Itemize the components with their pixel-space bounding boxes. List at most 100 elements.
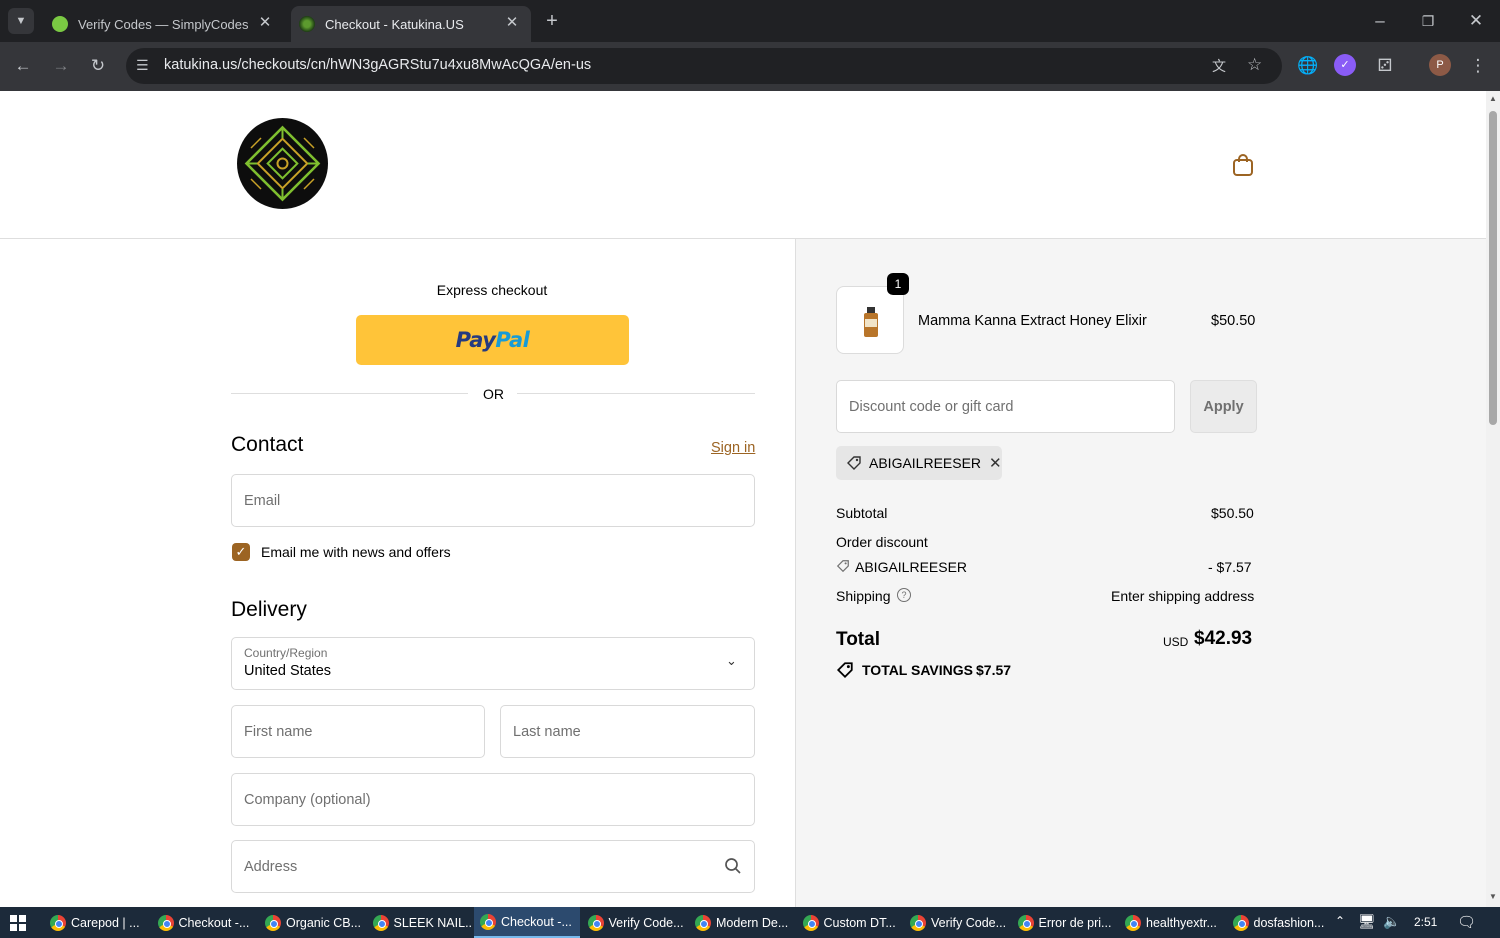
katukina-favicon-icon — [299, 16, 315, 32]
chrome-icon — [1125, 914, 1141, 931]
chrome-icon — [1232, 914, 1249, 931]
chrome-icon — [802, 914, 819, 931]
total-currency: USD — [1163, 635, 1189, 649]
forward-arrow-icon[interactable]: → — [48, 53, 74, 79]
or-divider-left — [231, 393, 468, 394]
taskbar-item-label: Verify Code... — [608, 915, 684, 930]
company-field[interactable]: Company (optional) — [231, 773, 755, 826]
taskbar-item[interactable]: Verify Code... — [582, 907, 688, 938]
company-placeholder: Company (optional) — [244, 791, 371, 808]
taskbar-item[interactable]: Checkout -... — [152, 907, 258, 938]
cart-bag-icon[interactable] — [1232, 153, 1254, 182]
sign-in-link[interactable]: Sign in — [711, 440, 755, 456]
address-field[interactable]: Address — [231, 840, 755, 893]
discount-code-input[interactable]: Discount code or gift card — [836, 380, 1175, 433]
product-name: Mamma Kanna Extract Honey Elixir — [918, 313, 1147, 329]
reload-icon[interactable]: ↻ — [85, 53, 111, 79]
translate-icon[interactable]: 文 — [1212, 56, 1226, 76]
simplycodes-favicon-icon — [52, 16, 68, 32]
applied-code-text: ABIGAILREESER — [869, 455, 982, 471]
shipping-value: Enter shipping address — [1111, 588, 1255, 604]
bookmark-star-icon[interactable]: ☆ — [1247, 55, 1262, 75]
tray-chevron-icon[interactable]: ⌃ — [1335, 914, 1345, 928]
newsletter-label[interactable]: Email me with news and offers — [261, 544, 451, 560]
globe-extension-icon[interactable]: 🌐 — [1295, 53, 1321, 79]
remove-code-icon[interactable]: ✕ — [989, 454, 1002, 472]
network-icon[interactable]: 🖥 — [1358, 913, 1376, 930]
first-name-field[interactable]: First name — [231, 705, 485, 758]
volume-muted-icon[interactable]: 🔈 — [1383, 913, 1400, 930]
order-discount-label: Order discount — [836, 534, 928, 550]
subtotal-label: Subtotal — [836, 505, 888, 521]
taskbar-item[interactable]: Organic CB... — [259, 907, 365, 938]
scroll-down-icon[interactable]: ▼ — [1489, 892, 1497, 901]
browser-menu-icon[interactable]: ⋮ — [1465, 53, 1491, 79]
apply-button[interactable]: Apply — [1190, 380, 1257, 433]
search-icon — [724, 857, 742, 879]
windows-start-icon[interactable] — [10, 915, 26, 931]
back-arrow-icon[interactable]: ← — [10, 53, 36, 79]
delivery-heading: Delivery — [231, 598, 307, 621]
address-bar[interactable]: ☰ katukina.us/checkouts/cn/hWN3gAGRStu7u… — [126, 48, 1282, 84]
country-select[interactable]: Country/Region United States ⌄ — [231, 637, 755, 690]
first-name-placeholder: First name — [244, 723, 313, 740]
taskbar-item[interactable]: Error de pri... — [1012, 907, 1118, 938]
chrome-icon — [372, 914, 389, 931]
tab-search-icon[interactable]: ▼ — [8, 8, 34, 34]
newsletter-checkbox[interactable]: ✓ — [232, 543, 250, 561]
chrome-icon — [265, 914, 281, 931]
taskbar-item[interactable]: Custom DT... — [797, 907, 903, 938]
discount-value: - $7.57 — [1208, 559, 1252, 575]
taskbar-item-label: healthyextr... — [1146, 915, 1217, 930]
chrome-icon — [480, 913, 496, 930]
help-circle-icon[interactable]: ? — [897, 588, 911, 602]
close-tab-icon[interactable]: ✕ — [503, 14, 521, 32]
taskbar-item-label: Organic CB... — [286, 915, 362, 930]
simplycodes-extension-icon[interactable]: ✓ — [1334, 54, 1356, 76]
discount-code-label: ABIGAILREESER — [855, 559, 968, 575]
chrome-icon — [910, 914, 926, 931]
new-tab-button[interactable]: + — [539, 8, 565, 34]
taskbar-item[interactable]: healthyextr... — [1119, 907, 1225, 938]
taskbar-item[interactable]: SLEEK NAIL... — [367, 907, 472, 938]
minimize-button[interactable]: – — [1367, 8, 1393, 34]
chrome-icon — [50, 914, 66, 931]
tab-title: Verify Codes — SimplyCodes — [78, 16, 249, 32]
taskbar-item-label: Checkout -... — [178, 915, 250, 930]
scrollbar-thumb[interactable] — [1489, 111, 1497, 425]
taskbar-item[interactable]: Carepod | ... — [44, 907, 150, 938]
paypal-button[interactable]: PayPal — [356, 315, 629, 365]
taskbar-item[interactable]: dosfashion... — [1227, 907, 1333, 938]
shipping-label: Shipping — [836, 588, 891, 604]
email-field[interactable]: Email — [231, 474, 755, 527]
taskbar-item[interactable]: Verify Code... — [904, 907, 1010, 938]
total-value: $42.93 — [1194, 628, 1253, 649]
scroll-up-icon[interactable]: ▲ — [1489, 94, 1497, 103]
product-thumbnail — [836, 286, 904, 354]
page-scrollbar[interactable]: ▲ ▼ — [1486, 91, 1500, 907]
taskbar-item[interactable]: Modern De... — [689, 907, 795, 938]
total-savings-value: $7.57 — [976, 662, 1012, 678]
browser-tab-bar: ▼ Verify Codes — SimplyCodes ✕ Checkout … — [0, 0, 1500, 42]
taskbar-item[interactable]: Checkout -... — [474, 907, 580, 938]
subtotal-value: $50.50 — [1211, 505, 1254, 521]
katukina-logo[interactable] — [237, 118, 328, 209]
close-tab-icon[interactable]: ✕ — [256, 14, 274, 32]
tab-checkout-katukina[interactable]: Checkout - Katukina.US ✕ — [291, 6, 531, 42]
taskbar-item-label: dosfashion... — [1253, 915, 1325, 930]
notifications-icon[interactable]: 🗨 — [1457, 913, 1476, 931]
tab-verify-codes[interactable]: Verify Codes — SimplyCodes ✕ — [44, 6, 284, 42]
profile-avatar[interactable]: P — [1429, 54, 1451, 76]
clock[interactable]: 2:51 — [1414, 915, 1437, 929]
chrome-icon — [157, 914, 174, 931]
taskbar-item-label: Error de pri... — [1038, 915, 1112, 930]
restore-button[interactable]: ❐ — [1415, 8, 1441, 34]
last-name-field[interactable]: Last name — [500, 705, 755, 758]
order-summary: 1 Mamma Kanna Extract Honey Elixir $50.5… — [795, 239, 1486, 907]
last-name-placeholder: Last name — [513, 723, 581, 740]
site-settings-icon[interactable]: ☰ — [136, 57, 149, 74]
extensions-puzzle-icon[interactable]: ⚂ — [1372, 53, 1398, 79]
close-window-button[interactable]: ✕ — [1463, 8, 1489, 34]
taskbar-item-label: Carepod | ... — [71, 915, 140, 930]
browser-toolbar: ← → ↻ ☰ katukina.us/checkouts/cn/hWN3gAG… — [0, 42, 1500, 91]
